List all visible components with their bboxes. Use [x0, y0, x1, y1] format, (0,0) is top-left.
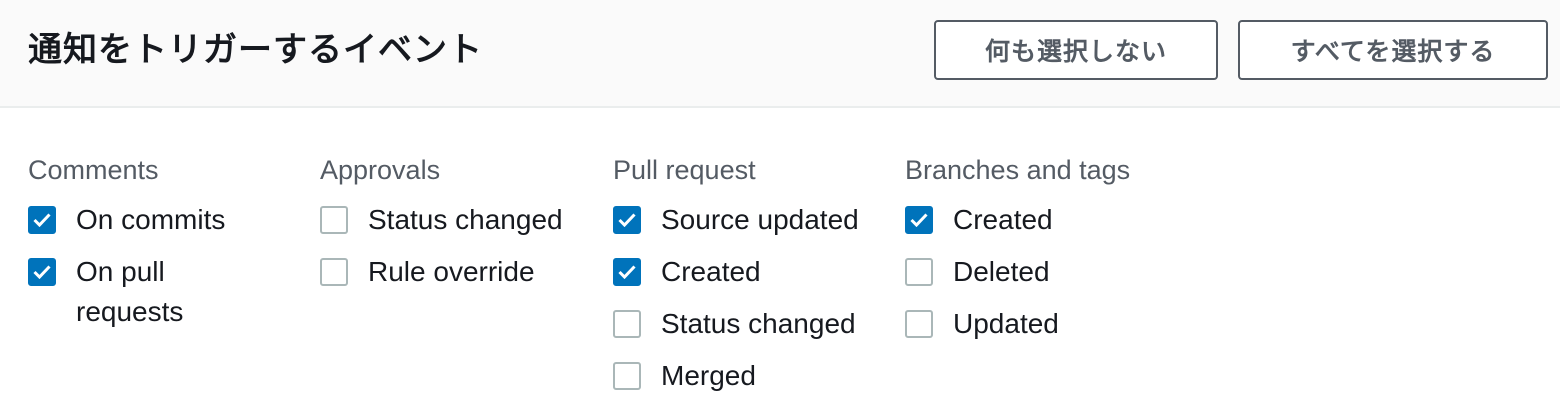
checkbox-item[interactable]: On pull requests: [28, 254, 298, 332]
checkbox-unchecked[interactable]: [320, 206, 348, 234]
checkbox-label: Deleted: [953, 256, 1050, 287]
checkbox-item[interactable]: Created: [613, 254, 893, 292]
checkbox-item[interactable]: Source updated: [613, 202, 893, 240]
group-heading: Approvals: [320, 155, 441, 185]
checkbox-label: On pull requests: [76, 256, 184, 327]
checkmark-icon: [618, 213, 636, 227]
select-none-button[interactable]: 何も選択しない: [934, 20, 1218, 80]
checkbox-label: On commits: [76, 204, 226, 235]
checkbox-item[interactable]: Updated: [905, 306, 1205, 344]
checkbox-checked[interactable]: [613, 206, 641, 234]
checkbox-item[interactable]: Status changed: [320, 202, 590, 240]
events-group-comments: Comments On commits On pull requests: [28, 152, 298, 346]
checkbox-item[interactable]: Merged: [613, 358, 893, 396]
checkbox-label: Created: [953, 204, 1053, 235]
checkbox-checked[interactable]: [28, 206, 56, 234]
select-all-button[interactable]: すべてを選択する: [1238, 20, 1548, 80]
checkbox-unchecked[interactable]: [613, 362, 641, 390]
events-group-branches-and-tags: Branches and tags Created Deleted Update…: [905, 152, 1205, 358]
checkbox-unchecked[interactable]: [613, 310, 641, 338]
events-group-pull-request: Pull request Source updated Created Stat…: [613, 152, 893, 410]
checkmark-icon: [618, 265, 636, 279]
checkbox-unchecked[interactable]: [905, 258, 933, 286]
checkbox-checked[interactable]: [905, 206, 933, 234]
checkbox-item[interactable]: Created: [905, 202, 1205, 240]
checkmark-icon: [33, 213, 51, 227]
group-heading: Branches and tags: [905, 155, 1131, 185]
checkbox-label: Updated: [953, 308, 1059, 339]
checkbox-label: Status changed: [368, 204, 563, 235]
checkbox-item[interactable]: Deleted: [905, 254, 1205, 292]
checkbox-label: Source updated: [661, 204, 859, 235]
checkmark-icon: [910, 213, 928, 227]
group-heading: Pull request: [613, 155, 756, 185]
page-title: 通知をトリガーするイベント: [28, 30, 483, 70]
checkbox-checked[interactable]: [28, 258, 56, 286]
checkbox-item[interactable]: On commits: [28, 202, 298, 240]
group-heading: Comments: [28, 155, 159, 185]
checkbox-item[interactable]: Status changed: [613, 306, 893, 344]
checkbox-label: Status changed: [661, 308, 856, 339]
checkbox-item[interactable]: Rule override: [320, 254, 590, 292]
checkbox-label: Created: [661, 256, 761, 287]
checkbox-unchecked[interactable]: [905, 310, 933, 338]
checkbox-checked[interactable]: [613, 258, 641, 286]
checkmark-icon: [33, 265, 51, 279]
panel-header: 通知をトリガーするイベント 何も選択しない すべてを選択する: [0, 0, 1560, 108]
checkbox-unchecked[interactable]: [320, 258, 348, 286]
checkbox-label: Rule override: [368, 256, 535, 287]
checkbox-label: Merged: [661, 360, 756, 391]
events-group-approvals: Approvals Status changed Rule override: [320, 152, 590, 306]
